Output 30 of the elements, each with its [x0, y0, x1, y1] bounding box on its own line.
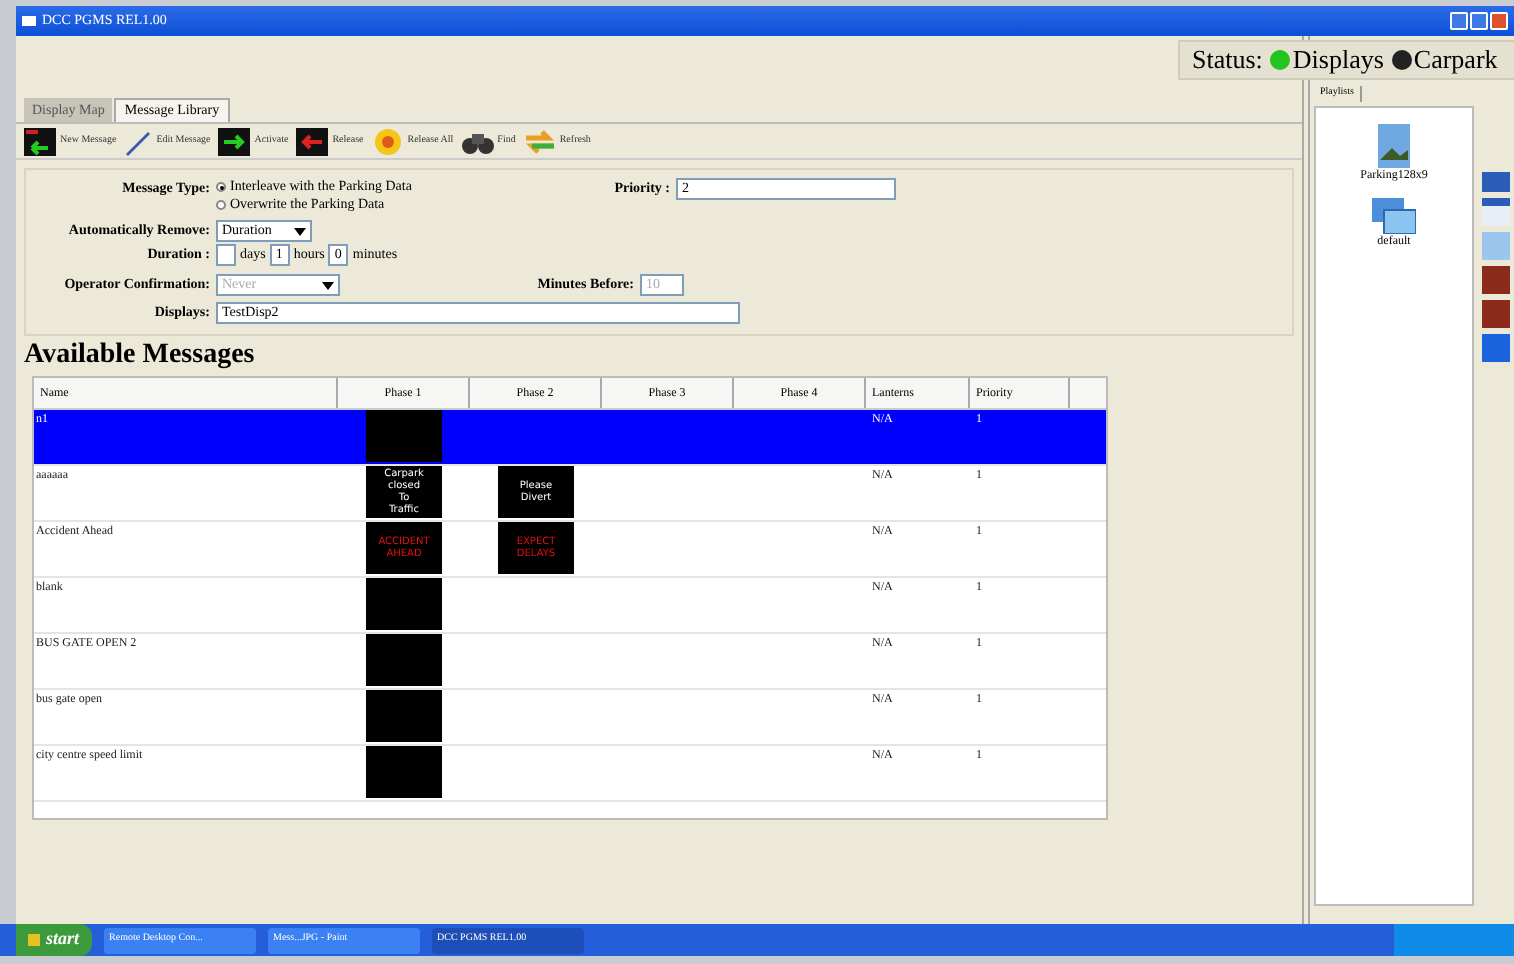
section-heading: Available Messages — [22, 340, 257, 372]
screen-icon — [296, 127, 329, 155]
dropdown-arrow-icon — [294, 225, 306, 237]
sign-preview — [366, 746, 442, 798]
close-button[interactable] — [1490, 12, 1508, 30]
picture-file-icon — [1373, 123, 1414, 167]
start-button[interactable]: start — [16, 924, 92, 956]
sign-preview — [366, 578, 442, 630]
minimize-button[interactable] — [1450, 12, 1468, 30]
screen-icon — [218, 127, 251, 155]
days-field[interactable] — [216, 244, 236, 266]
sign-preview — [366, 634, 442, 686]
sign-preview — [366, 690, 442, 742]
square-icon — [1482, 334, 1510, 362]
status-text: Displays — [1292, 42, 1384, 79]
binoculars-icon — [461, 129, 494, 153]
windows-logo-icon — [28, 934, 40, 946]
system-tray — [1394, 924, 1514, 956]
radio-button[interactable] — [216, 182, 226, 192]
status-text: Carpark — [1413, 42, 1498, 79]
screen-icon — [24, 127, 56, 155]
lifebuoy-icon — [371, 127, 404, 155]
sign-preview — [366, 410, 442, 462]
pen-icon — [124, 127, 153, 155]
radio-button[interactable] — [216, 200, 226, 210]
refresh-icon — [523, 127, 556, 155]
dropdown-arrow-icon — [322, 279, 334, 291]
status-label: Status: — [1192, 42, 1263, 79]
maximize-button[interactable] — [1470, 12, 1488, 30]
windows-icon — [1372, 197, 1416, 233]
